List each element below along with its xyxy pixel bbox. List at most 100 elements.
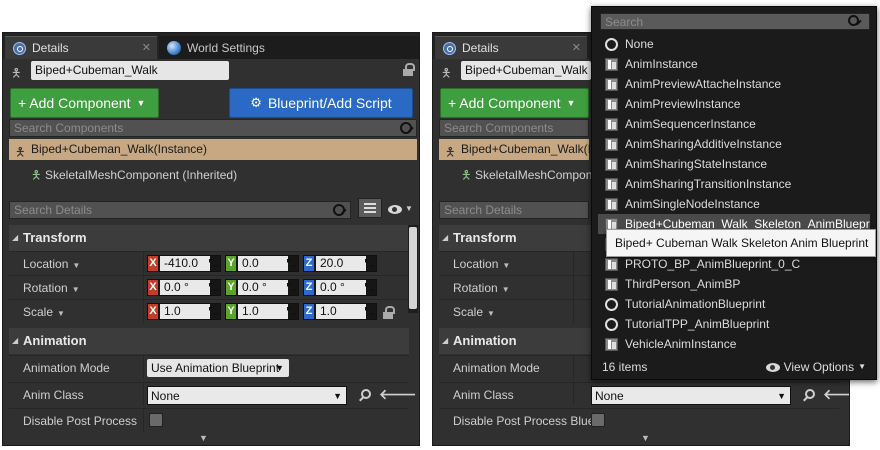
lock-icon[interactable]	[383, 306, 395, 319]
collapse-icon: ◢	[442, 233, 449, 242]
anim-class-combo[interactable]: None ▼	[591, 386, 791, 405]
picker-list-item[interactable]: AnimInstance	[598, 54, 870, 74]
chevron-down-icon: ▼	[777, 391, 786, 401]
picker-list-item[interactable]: None	[598, 34, 870, 54]
search-icon[interactable]	[333, 204, 345, 216]
picker-search-input[interactable]: Search	[600, 13, 870, 30]
picker-list-item[interactable]: ThirdPerson_AnimBP	[598, 274, 870, 294]
close-icon[interactable]: ✕	[572, 41, 581, 54]
expand-more-icon[interactable]: ▼	[199, 433, 208, 443]
component-row-child[interactable]: 🯅 SkeletalMeshComponent (Inherited)	[31, 165, 237, 185]
spin-icon	[287, 259, 295, 267]
chevron-down-icon[interactable]: ▼	[405, 204, 413, 213]
picker-list-item[interactable]: AnimSharingAdditiveInstance	[598, 134, 870, 154]
disable-post-process-checkbox[interactable]	[149, 413, 163, 427]
details-panel-left: Details ✕ World Settings 🯅 Biped+Cubeman…	[2, 32, 420, 446]
picker-list-item[interactable]: PROTO_BP_AnimBlueprint_0_C	[598, 254, 870, 274]
chevron-down-icon[interactable]: ▼	[57, 309, 65, 318]
component-row-selected[interactable]: 🯅 Biped+Cubeman_Walk(Instance)	[9, 139, 417, 160]
scale-label: Scale ▼	[453, 305, 495, 319]
chevron-down-icon[interactable]: ▼	[487, 309, 495, 318]
search-icon[interactable]	[848, 15, 859, 26]
picker-list-item[interactable]: VehicleAnimInstance	[598, 334, 870, 354]
tab-label: World Settings	[187, 40, 265, 55]
use-selected-arrow-icon[interactable]: 🡐	[379, 386, 417, 403]
anim-class-combo[interactable]: None ▼	[147, 386, 347, 405]
category-label: Transform	[453, 230, 517, 245]
picker-list-item[interactable]: AnimSharingTransitionInstance	[598, 174, 870, 194]
picker-list-item[interactable]: AnimSequencerInstance	[598, 114, 870, 134]
property-row-location: Location ▼ X -410.0 Y 0.0 Z 20.0	[9, 251, 409, 275]
divider	[143, 300, 144, 323]
picker-item-label: ThirdPerson_AnimBP	[625, 277, 741, 291]
tab-details[interactable]: Details ✕	[5, 36, 157, 59]
picker-list-item[interactable]: AnimPreviewAttacheInstance	[598, 74, 870, 94]
close-icon[interactable]: ✕	[142, 41, 151, 54]
category-label: Animation	[23, 333, 87, 348]
rotation-y-field[interactable]: Y 0.0 °	[225, 279, 299, 296]
divider	[573, 252, 574, 275]
scale-label: Scale ▼	[23, 305, 65, 319]
actor-name-field[interactable]: Biped+Cubeman_Walk	[31, 61, 229, 80]
actor-icon: 🯅	[11, 66, 22, 80]
location-y-field[interactable]: Y 0.0	[225, 255, 299, 272]
lock-icon[interactable]	[403, 63, 415, 76]
location-z-field[interactable]: Z 20.0	[303, 255, 377, 272]
component-row-child[interactable]: 🯅 SkeletalMeshCompon	[461, 165, 592, 185]
search-details-input[interactable]: Search Details	[9, 201, 351, 219]
category-animation[interactable]: ◢ Animation	[9, 328, 409, 354]
divider	[143, 276, 144, 299]
scale-x-field[interactable]: X 1.0	[147, 303, 221, 320]
view-options-button[interactable]: View Options ▼	[765, 356, 866, 378]
tab-details[interactable]: Details ✕	[435, 36, 587, 59]
gear-icon: ⚙	[250, 95, 262, 110]
chevron-down-icon[interactable]: ▼	[502, 261, 510, 270]
picker-item-label: VehicleAnimInstance	[625, 337, 737, 351]
location-x-field[interactable]: X -410.0	[147, 255, 221, 272]
picker-item-label: AnimSharingStateInstance	[625, 157, 768, 171]
circle-icon	[605, 298, 618, 311]
tab-world-settings[interactable]: World Settings	[159, 36, 419, 59]
expand-more-icon[interactable]: ▼	[641, 433, 650, 443]
search-icon[interactable]	[400, 122, 412, 134]
category-transform[interactable]: ◢ Transform	[9, 225, 409, 251]
anim-class-picker-popup: Search None AnimInstance AnimPreviewAttach…	[591, 6, 877, 380]
blueprint-add-script-button[interactable]: ⚙ Blueprint/Add Script	[229, 88, 413, 118]
search-details-input[interactable]: Search Details	[439, 201, 589, 219]
property-row-disable-post-process: Disable Post Process Blue	[439, 408, 839, 432]
component-label: Biped+Cubeman_Walk(I	[461, 142, 591, 156]
add-component-label: + Add Component	[448, 95, 561, 111]
chevron-down-icon[interactable]: ▼	[72, 285, 80, 294]
rotation-z-field[interactable]: Z 0.0 °	[303, 279, 377, 296]
picker-list-item[interactable]: TutorialTPP_AnimBlueprint	[598, 314, 870, 334]
component-row-selected[interactable]: 🯅 Biped+Cubeman_Walk(I	[439, 139, 591, 160]
chevron-down-icon: ▼	[136, 98, 146, 108]
chevron-down-icon[interactable]: ▼	[72, 261, 80, 270]
scale-y-field[interactable]: Y 1.0	[225, 303, 299, 320]
picker-item-label: AnimPreviewInstance	[625, 97, 741, 111]
search-components-input[interactable]: Search Components	[439, 119, 589, 137]
actor-name-field[interactable]: Biped+Cubeman_Walk	[461, 61, 591, 80]
picker-list-item[interactable]: AnimSingleNodeInstance	[598, 194, 870, 214]
scrollbar[interactable]	[408, 225, 418, 313]
collapse-icon: ◢	[12, 233, 19, 242]
add-component-button[interactable]: + Add Component ▼	[10, 88, 159, 118]
animation-mode-dropdown[interactable]: Use Animation Blueprint ▼	[147, 359, 289, 377]
picker-list-item[interactable]: AnimPreviewInstance	[598, 94, 870, 114]
disable-post-process-checkbox[interactable]	[591, 413, 605, 427]
property-matrix-icon[interactable]	[358, 198, 382, 218]
browse-icon[interactable]	[805, 389, 815, 399]
use-selected-arrow-icon[interactable]: 🡐	[823, 386, 849, 403]
picker-list-item[interactable]: TutorialAnimationBlueprint	[598, 294, 870, 314]
add-component-button[interactable]: + Add Component ▼	[440, 88, 589, 118]
chevron-down-icon[interactable]: ▼	[502, 285, 510, 294]
scroll-thumb[interactable]	[409, 227, 417, 309]
rotation-x-field[interactable]: X 0.0 °	[147, 279, 221, 296]
search-components-input[interactable]: Search Components	[9, 119, 417, 137]
picker-list-item[interactable]: AnimSharingStateInstance	[598, 154, 870, 174]
browse-icon[interactable]	[361, 389, 371, 399]
picker-item-label: AnimInstance	[625, 57, 698, 71]
scale-z-field[interactable]: Z 1.0	[303, 303, 377, 320]
picker-item-label: TutorialAnimationBlueprint	[625, 297, 766, 311]
eye-icon[interactable]	[388, 205, 402, 214]
